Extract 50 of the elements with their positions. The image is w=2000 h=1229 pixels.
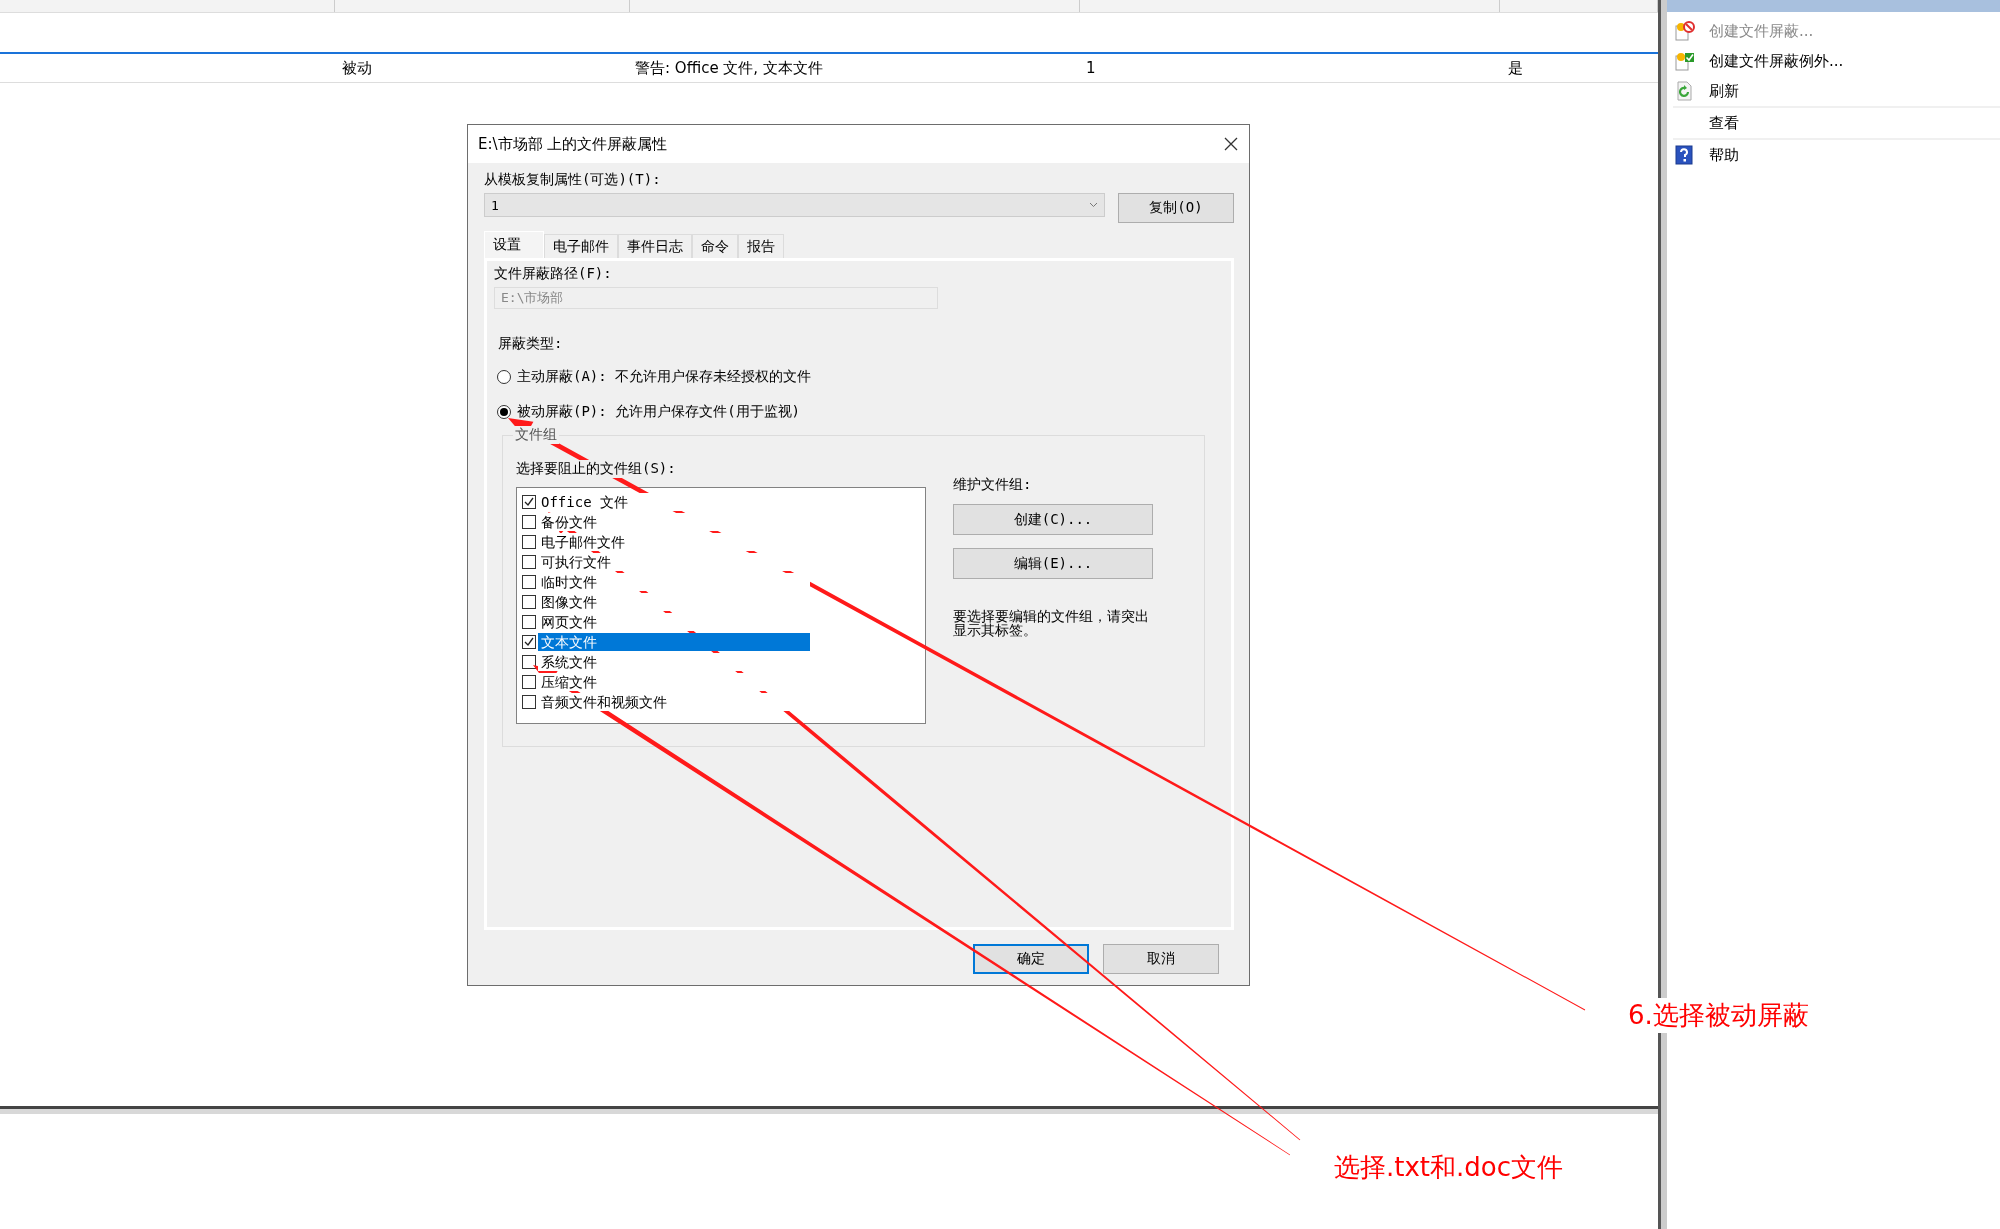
checkbox[interactable]: [522, 595, 536, 609]
radio-label: 被动屏蔽(P): 允许用户保存文件(用于监视): [517, 403, 800, 421]
checkbox[interactable]: [522, 635, 536, 649]
tab[interactable]: 电子邮件: [544, 234, 618, 258]
radio-button[interactable]: [497, 405, 511, 419]
checkbox[interactable]: [522, 695, 536, 709]
checkbox[interactable]: [522, 615, 536, 629]
tab[interactable]: 事件日志: [618, 234, 692, 258]
tab[interactable]: 设置: [484, 231, 544, 258]
template-label: 从模板复制属性(可选)(T):: [484, 171, 662, 189]
cancel-button[interactable]: 取消: [1103, 944, 1219, 974]
checkbox[interactable]: [522, 675, 536, 689]
document-check-icon: [1673, 50, 1695, 72]
tab[interactable]: 命令: [692, 234, 738, 258]
action-link[interactable]: 帮助: [1709, 145, 1739, 165]
action-link[interactable]: 刷新: [1709, 81, 1739, 101]
checkbox[interactable]: [522, 495, 536, 509]
checkbox[interactable]: [522, 515, 536, 529]
table-cell-text: 是: [1508, 58, 1524, 78]
checkbox[interactable]: [522, 535, 536, 549]
copy-button[interactable]: 复制(O): [1118, 193, 1234, 223]
checkbox[interactable]: [522, 575, 536, 589]
document-sun-icon: [1673, 20, 1695, 42]
checkbox[interactable]: [522, 655, 536, 669]
template-dropdown[interactable]: 1: [484, 193, 1105, 217]
help-icon: [1673, 144, 1695, 166]
group-box-title: 文件组: [513, 426, 559, 444]
screen-type-label: 屏蔽类型:: [498, 335, 564, 353]
edit-button[interactable]: 编辑(E)...: [953, 548, 1153, 579]
create-button[interactable]: 创建(C)...: [953, 504, 1153, 535]
list-item[interactable]: 文本文件: [538, 633, 810, 651]
table-row[interactable]: 被动 警告: Office 文件, 文本文件 1 是: [0, 54, 1658, 83]
radio-label: 主动屏蔽(A): 不允许用户保存未经授权的文件: [517, 368, 812, 386]
path-label: 文件屏蔽路径(F):: [494, 265, 613, 283]
hint-text: 要选择要编辑的文件组，请突出显示其标签。: [953, 609, 1150, 637]
maintain-label: 维护文件组:: [953, 476, 1033, 494]
action-link[interactable]: 创建文件屏蔽例外...: [1709, 51, 1844, 71]
table-cell-text: 被动: [342, 58, 373, 78]
close-icon[interactable]: [1223, 136, 1239, 152]
chevron-icon: [1089, 202, 1098, 208]
tab[interactable]: 报告: [738, 234, 784, 258]
radio-button[interactable]: [497, 370, 511, 384]
annotation-text: 6.选择被动屏蔽: [1628, 998, 1809, 1033]
list-item[interactable]: 临时文件: [538, 573, 810, 591]
checkbox[interactable]: [522, 555, 536, 569]
table-cell-text: 警告: Office 文件, 文本文件: [635, 58, 824, 78]
action-link[interactable]: 查看: [1709, 113, 1739, 133]
window-title: E:\市场部 上的文件屏蔽属性: [478, 134, 668, 154]
ok-button[interactable]: 确定: [973, 944, 1089, 974]
table-cell-text: 1: [1086, 59, 1097, 77]
